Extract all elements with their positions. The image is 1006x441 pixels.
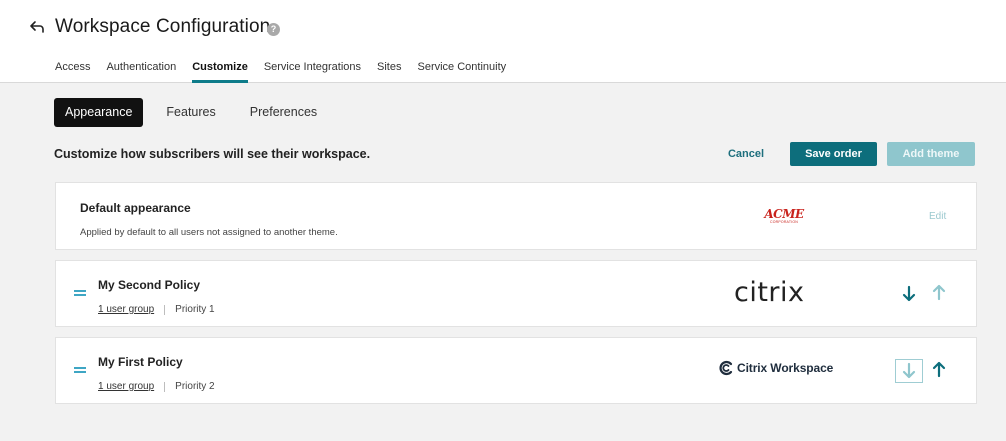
arrow-down-icon[interactable] (901, 362, 917, 380)
arrow-down-icon[interactable] (901, 285, 917, 303)
cancel-button[interactable]: Cancel (716, 142, 776, 166)
policy-priority: Priority 1 (175, 304, 215, 315)
tab-authentication[interactable]: Authentication (106, 61, 176, 83)
meta-divider (164, 304, 166, 315)
subtab-features[interactable]: Features (155, 98, 226, 127)
add-theme-button[interactable]: Add theme (887, 142, 975, 166)
default-appearance-title: Default appearance (80, 201, 191, 215)
subtab-preferences[interactable]: Preferences (239, 98, 328, 127)
acme-logo: ACME CORPORATION (764, 208, 804, 226)
tab-customize[interactable]: Customize (192, 61, 248, 83)
default-appearance-card: Default appearance Applied by default to… (55, 182, 977, 250)
acme-logo-text: ACME (764, 207, 804, 221)
policy-meta: 1 user group Priority 2 (98, 381, 215, 392)
citrix-workspace-logo: Citrix Workspace (718, 360, 833, 376)
tab-service-integrations[interactable]: Service Integrations (264, 61, 361, 83)
tab-sites[interactable]: Sites (377, 61, 401, 83)
section-heading: Customize how subscribers will see their… (54, 147, 371, 161)
arrow-back-icon[interactable] (28, 18, 46, 36)
page-title: Workspace Configuration (55, 16, 271, 37)
tab-service-continuity[interactable]: Service Continuity (418, 61, 507, 83)
drag-handle-icon[interactable] (74, 367, 86, 373)
policy-card: My Second Policy 1 user group Priority 1… (55, 260, 977, 327)
drag-handle-icon[interactable] (74, 290, 86, 296)
user-group-link[interactable]: 1 user group (98, 304, 154, 315)
save-order-button[interactable]: Save order (790, 142, 877, 166)
subtab-appearance[interactable]: Appearance (54, 98, 144, 127)
edit-link[interactable]: Edit (929, 211, 946, 222)
arrow-up-icon[interactable] (931, 283, 947, 301)
policy-card: My First Policy 1 user group Priority 2 … (55, 337, 977, 404)
tab-access[interactable]: Access (55, 61, 90, 83)
citrix-workspace-mark-icon (719, 360, 733, 376)
policy-title: My First Policy (98, 355, 183, 369)
arrow-up-icon[interactable] (931, 360, 947, 378)
citrix-logo: citrix (734, 277, 805, 308)
page-header: Workspace Configuration ? Access Authent… (0, 0, 1006, 83)
policy-title: My Second Policy (98, 278, 201, 292)
meta-divider (164, 381, 166, 392)
default-appearance-description: Applied by default to all users not assi… (80, 227, 338, 238)
policy-priority: Priority 2 (175, 381, 215, 392)
citrix-workspace-logo-text: Citrix Workspace (737, 361, 834, 375)
policy-meta: 1 user group Priority 1 (98, 304, 215, 315)
help-icon[interactable]: ? (267, 23, 280, 36)
subtabs: Appearance Features Preferences (54, 98, 340, 127)
user-group-link[interactable]: 1 user group (98, 381, 154, 392)
main-tabs: Access Authentication Customize Service … (55, 61, 522, 83)
